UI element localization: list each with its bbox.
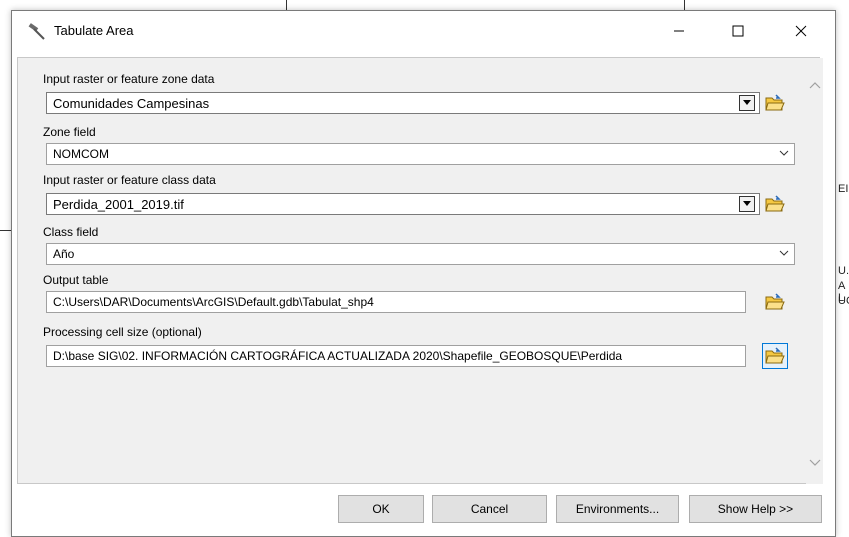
cancel-button[interactable]: Cancel [432, 495, 547, 523]
dropdown-arrow-icon[interactable] [739, 95, 755, 111]
window-title: Tabulate Area [54, 23, 134, 38]
map-label: UC [838, 295, 849, 307]
chevron-down-icon [809, 459, 820, 466]
cell-size-browse-button[interactable] [762, 343, 788, 369]
zone-data-combo[interactable]: Comunidades Campesinas [46, 92, 760, 114]
zone-field-label: Zone field [43, 125, 96, 139]
output-table-input[interactable]: C:\Users\DAR\Documents\ArcGIS\Default.gd… [46, 291, 746, 313]
map-label: U. [838, 265, 849, 277]
map-line [684, 0, 685, 10]
show-help-button[interactable]: Show Help >> [689, 495, 822, 523]
chevron-up-icon [809, 81, 820, 88]
parameters-panel [17, 57, 820, 484]
open-folder-icon [765, 195, 785, 212]
scroll-down-button[interactable] [806, 454, 823, 471]
zone-field-select[interactable]: NOMCOM [46, 143, 795, 165]
chevron-down-icon [779, 150, 789, 156]
ok-button[interactable]: OK [338, 495, 424, 523]
class-data-label: Input raster or feature class data [43, 173, 216, 187]
tabulate-area-dialog: Tabulate Area Input raster or feature zo… [11, 10, 836, 537]
class-field-value: Año [53, 247, 75, 261]
class-data-browse-button[interactable] [762, 191, 788, 217]
cell-size-value: D:\base SIG\02. INFORMACIÓN CARTOGRÁFICA… [53, 349, 623, 363]
hammer-icon [28, 23, 46, 41]
zone-field-value: NOMCOM [53, 147, 109, 161]
class-field-label: Class field [43, 225, 99, 239]
cell-size-input[interactable]: D:\base SIG\02. INFORMACIÓN CARTOGRÁFICA… [46, 345, 746, 367]
output-table-value: C:\Users\DAR\Documents\ArcGIS\Default.gd… [53, 295, 374, 309]
title-bar[interactable]: Tabulate Area [12, 11, 835, 51]
dropdown-arrow-icon[interactable] [739, 196, 755, 212]
maximize-button[interactable] [715, 11, 761, 51]
zone-data-browse-button[interactable] [762, 90, 788, 116]
cell-size-label: Processing cell size (optional) [43, 325, 202, 339]
map-label: EI [838, 183, 849, 195]
open-folder-icon [765, 94, 785, 111]
output-table-label: Output table [43, 273, 109, 287]
output-table-browse-button[interactable] [762, 289, 788, 315]
map-line [286, 0, 287, 10]
environments-button[interactable]: Environments... [556, 495, 679, 523]
open-folder-icon [765, 293, 785, 310]
scroll-up-button[interactable] [806, 76, 823, 93]
minimize-button[interactable] [656, 11, 702, 51]
class-field-select[interactable]: Año [46, 243, 795, 265]
chevron-down-icon [779, 250, 789, 256]
class-data-combo[interactable]: Perdida_2001_2019.tif [46, 193, 760, 215]
class-data-value: Perdida_2001_2019.tif [53, 197, 184, 212]
maximize-icon [732, 25, 744, 37]
zone-data-value: Comunidades Campesinas [53, 96, 210, 111]
open-folder-icon [765, 347, 785, 364]
close-button[interactable] [778, 11, 824, 51]
vertical-scrollbar[interactable] [806, 58, 823, 484]
zone-data-label: Input raster or feature zone data [43, 72, 215, 86]
close-icon [795, 25, 807, 37]
map-line [0, 230, 11, 231]
minimize-icon [674, 30, 684, 32]
